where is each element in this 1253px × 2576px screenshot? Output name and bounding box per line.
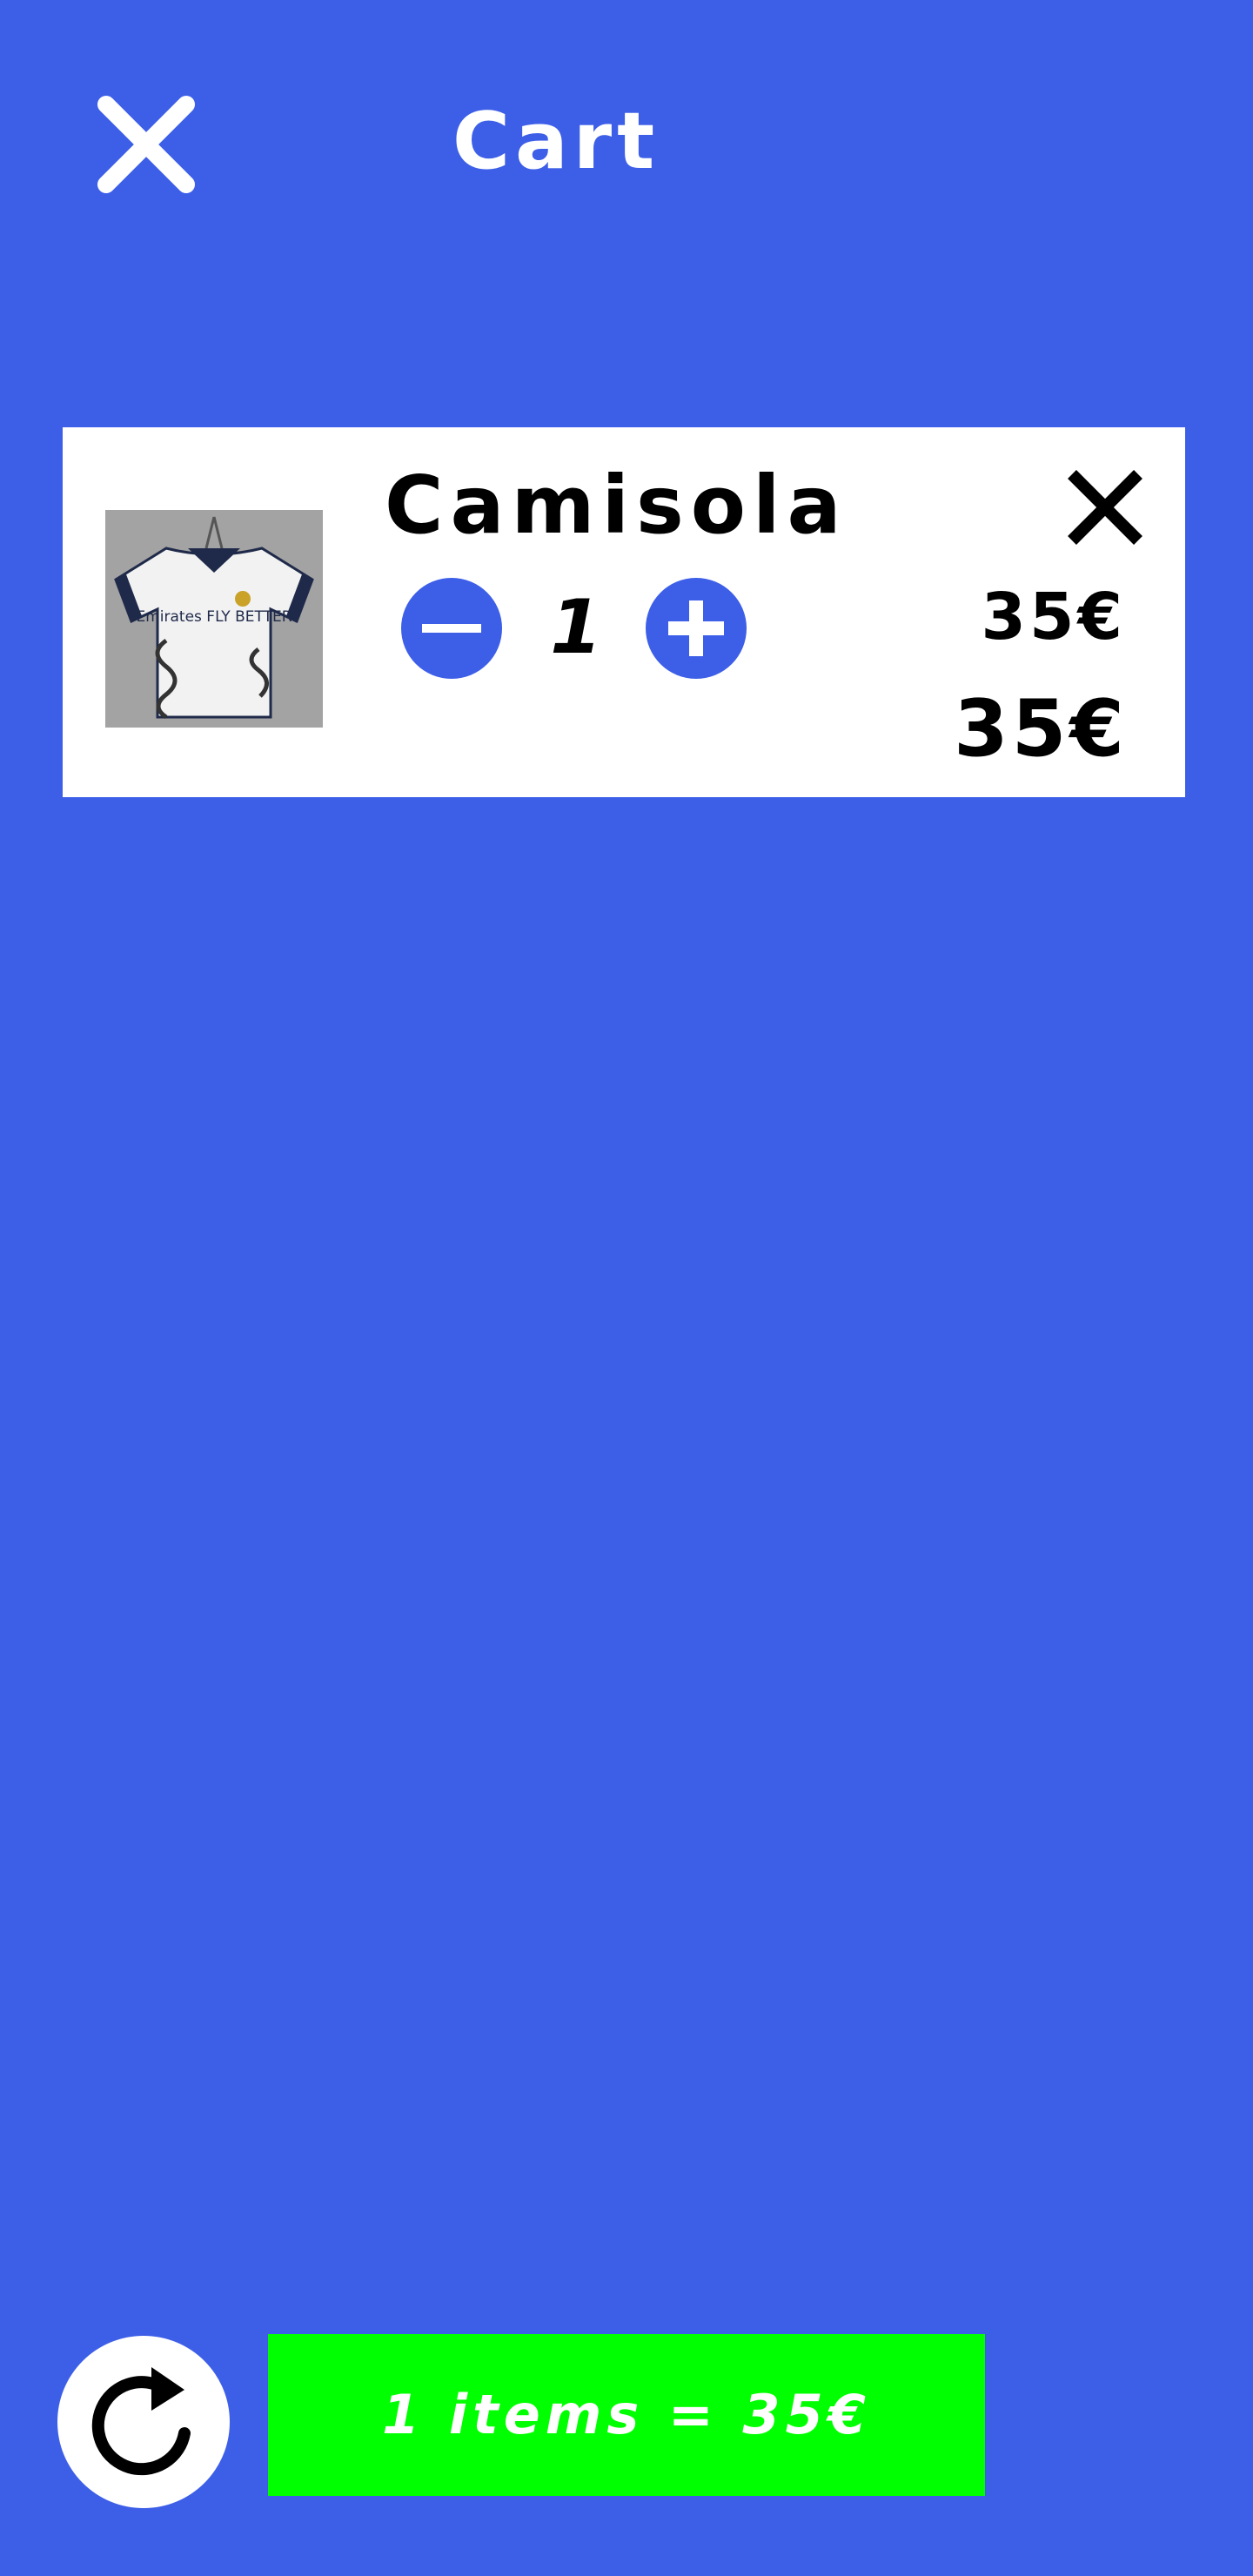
- increase-quantity-button[interactable]: [646, 578, 747, 679]
- close-icon: [1068, 470, 1142, 545]
- product-name: Camisola: [385, 459, 848, 552]
- refresh-button[interactable]: [57, 2336, 230, 2508]
- jersey-sponsor-text: Emirates FLY BETTER: [136, 608, 291, 626]
- minus-icon: [422, 624, 481, 633]
- unit-price: 35€: [981, 580, 1126, 654]
- jersey-image: Emirates FLY BETTER: [105, 510, 323, 728]
- refresh-icon: [91, 2367, 191, 2476]
- line-total: 35€: [954, 683, 1128, 775]
- plus-icon: [668, 600, 724, 656]
- close-icon: [97, 96, 195, 193]
- remove-item-button[interactable]: [1062, 464, 1149, 551]
- page-title: Cart: [452, 96, 660, 187]
- product-image: Emirates FLY BETTER: [105, 510, 323, 728]
- checkout-button[interactable]: 1 items = 35€: [268, 2334, 985, 2496]
- cart-item: Emirates FLY BETTER Camisola 1 35€ 35€: [63, 427, 1185, 797]
- quantity-value: 1: [550, 584, 602, 671]
- decrease-quantity-button[interactable]: [401, 578, 502, 679]
- close-cart-button[interactable]: [94, 92, 198, 197]
